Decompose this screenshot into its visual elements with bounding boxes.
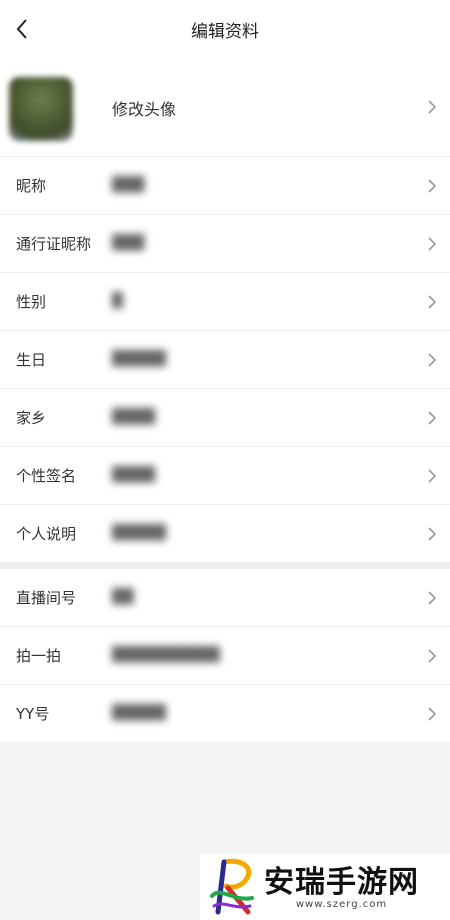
chevron-right-icon (428, 706, 437, 721)
chevron-right-icon (428, 648, 437, 663)
watermark-name: 安瑞手游网 (264, 864, 419, 900)
header-bar: 编辑资料 (0, 0, 450, 58)
row-pat[interactable]: 拍一拍 ██████████ (0, 627, 450, 685)
avatar (6, 74, 76, 144)
avatar-row[interactable]: 修改头像 (0, 58, 450, 157)
row-value: ████ (112, 409, 156, 425)
row-label: 家乡 (16, 409, 47, 427)
row-value: ██████████ (112, 647, 220, 663)
row-live-room-number[interactable]: 直播间号 ██ (0, 569, 450, 627)
row-value: █ (112, 293, 123, 309)
row-gender[interactable]: 性别 █ (0, 273, 450, 331)
avatar-row-label: 修改头像 (112, 100, 177, 119)
chevron-right-icon (428, 468, 437, 483)
row-nickname[interactable]: 昵称 ███ (0, 157, 450, 215)
section-divider (0, 562, 450, 569)
row-value: █████ (112, 525, 166, 541)
avatar-image (9, 77, 73, 141)
chevron-right-icon (428, 178, 437, 193)
row-bio[interactable]: 个人说明 █████ (0, 505, 450, 562)
chevron-right-icon (428, 526, 437, 541)
row-label: 生日 (16, 351, 47, 369)
row-label: 昵称 (16, 177, 47, 195)
row-hometown[interactable]: 家乡 ████ (0, 389, 450, 447)
account-card: 直播间号 ██ 拍一拍 ██████████ YY号 █████ (0, 569, 450, 742)
chevron-right-icon (428, 100, 437, 114)
row-birthday[interactable]: 生日 █████ (0, 331, 450, 389)
row-value: █████ (112, 705, 166, 721)
chevron-right-icon (428, 294, 437, 309)
row-value: ███ (112, 177, 145, 193)
row-label: YY号 (16, 705, 50, 723)
watermark-text: 安瑞手游网 www.szerg.com (264, 865, 419, 910)
row-label: 通行证昵称 (16, 235, 92, 253)
row-label: 直播间号 (16, 589, 77, 607)
row-passport-nickname[interactable]: 通行证昵称 ███ (0, 215, 450, 273)
row-label: 个人说明 (16, 525, 77, 543)
row-value: ██ (112, 589, 134, 605)
chevron-right-icon (428, 352, 437, 367)
watermark-logo-icon (210, 858, 254, 915)
row-label: 个性签名 (16, 467, 77, 485)
chevron-right-icon (428, 410, 437, 425)
row-value: ████ (112, 467, 156, 483)
row-label: 性别 (16, 293, 47, 311)
row-label: 拍一拍 (16, 647, 62, 665)
chevron-right-icon (428, 590, 437, 605)
row-value: ███ (112, 235, 145, 251)
row-signature[interactable]: 个性签名 ████ (0, 447, 450, 505)
page-title: 编辑资料 (191, 22, 259, 42)
chevron-right-icon (428, 236, 437, 251)
row-value: █████ (112, 351, 166, 367)
watermark: 安瑞手游网 www.szerg.com (200, 854, 450, 920)
profile-card: 修改头像 昵称 ███ 通行证昵称 ███ 性别 █ 生日 █████ 家乡 █… (0, 58, 450, 562)
row-yy-number[interactable]: YY号 █████ (0, 685, 450, 742)
